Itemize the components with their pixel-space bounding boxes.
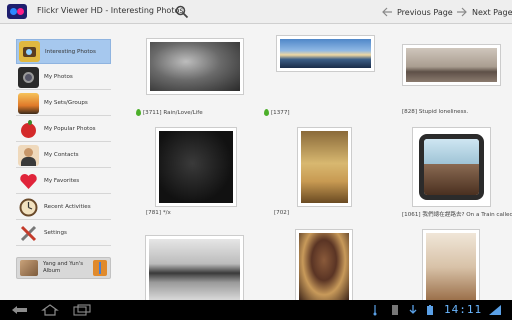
wifi-signal-icon [489, 305, 501, 315]
search-button[interactable] [174, 4, 190, 20]
photo-caption: [1377] [264, 109, 290, 116]
photo-thumbnail[interactable] [422, 229, 480, 300]
clock-icon [18, 197, 39, 218]
album-book-icon [93, 260, 107, 276]
photo-thumbnail[interactable] [146, 38, 244, 95]
battery-icon [427, 305, 433, 315]
sidebar-item-label: My Sets/Groups [44, 100, 88, 106]
photo-caption-text: [1061] 我們總在趕路去? On a Train called ... [402, 212, 512, 218]
photo-thumbnail[interactable] [297, 127, 352, 207]
usb-icon [373, 305, 377, 316]
sidebar-item-label: My Popular Photos [44, 126, 96, 132]
arrow-right-icon [457, 7, 467, 17]
previous-page-button[interactable]: Previous Page [381, 3, 453, 21]
geo-pin-icon [136, 109, 141, 116]
photo-caption: [781] */x [146, 210, 171, 216]
sidebar-item-label: My Photos [44, 74, 73, 80]
album-button[interactable]: Yang and Yun's Album [16, 257, 111, 279]
action-bar: Flickr Viewer HD - Interesting Photos Pr… [0, 0, 512, 24]
photo-caption-text: [702] [274, 210, 290, 216]
back-icon[interactable] [10, 304, 30, 316]
search-icon [175, 5, 189, 19]
photo-caption: [1061] 我們總在趕路去? On a Train called ... [402, 210, 512, 218]
system-bar: 14:11 [0, 300, 512, 320]
photo-thumbnail[interactable] [402, 44, 501, 86]
recent-apps-icon[interactable] [72, 304, 94, 316]
photo-thumbnail[interactable] [295, 229, 353, 300]
tools-icon [18, 223, 39, 244]
sidebar-item-my-sets-groups[interactable]: My Sets/Groups [16, 91, 111, 116]
apple-icon [18, 119, 39, 140]
sidebar-item-label: Settings [44, 230, 67, 236]
sidebar-item-my-contacts[interactable]: My Contacts [16, 143, 111, 168]
sidebar-item-interesting-photos[interactable]: Interesting Photos [16, 39, 111, 64]
contacts-icon [18, 144, 39, 166]
photo-caption-text: [1377] [271, 109, 290, 116]
camera-lens-icon [18, 66, 39, 88]
sidebar: Interesting Photos My Photos My Sets/Gro… [0, 24, 121, 300]
photo-caption-text: [3711] Rain/Love/Life [143, 109, 203, 116]
album-avatar [20, 260, 38, 276]
photo-caption: [702] [274, 210, 289, 216]
arrow-left-icon [382, 7, 392, 17]
sidebar-item-label: My Contacts [44, 152, 79, 158]
sidebar-item-settings[interactable]: Settings [16, 221, 111, 246]
photo-caption: [3711] Rain/Love/Life [136, 109, 203, 116]
flickr-logo-icon [7, 4, 27, 19]
photo-thumbnail[interactable] [155, 127, 237, 207]
sidebar-item-label: Interesting Photos [45, 48, 96, 55]
sd-card-icon [392, 305, 398, 315]
sidebar-item-my-photos[interactable]: My Photos [16, 65, 111, 90]
sidebar-item-label: My Favorites [44, 178, 80, 184]
geo-pin-icon [264, 109, 269, 116]
photo-thumbnail[interactable] [145, 235, 244, 300]
sidebar-item-my-popular-photos[interactable]: My Popular Photos [16, 117, 111, 142]
sunset-photo-icon [18, 92, 39, 114]
home-icon[interactable] [40, 304, 60, 316]
photo-thumbnail[interactable] [412, 127, 491, 207]
photo-caption: [828] Stupid loneliness. [402, 109, 468, 115]
sidebar-item-recent-activities[interactable]: Recent Activities [16, 195, 111, 220]
next-page-button[interactable]: Next Page [456, 3, 512, 21]
photo-caption-text: [781] */x [146, 210, 171, 216]
album-label: Yang and Yun's Album [43, 261, 84, 274]
next-page-label: Next Page [472, 7, 512, 17]
app-title: Flickr Viewer HD - Interesting Photos [37, 6, 184, 15]
sidebar-item-label: Recent Activities [44, 204, 91, 210]
photo-thumbnail[interactable] [276, 35, 375, 72]
previous-page-label: Previous Page [397, 7, 453, 17]
camera-icon [19, 41, 40, 62]
photo-grid: [3711] Rain/Love/Life [1377] [828] Stupi… [121, 24, 512, 300]
clock: 14:11 [444, 303, 483, 316]
download-icon [409, 305, 417, 314]
photo-caption-text: [828] Stupid loneliness. [402, 109, 469, 115]
sidebar-item-my-favorites[interactable]: My Favorites [16, 169, 111, 194]
heart-icon [18, 171, 39, 192]
